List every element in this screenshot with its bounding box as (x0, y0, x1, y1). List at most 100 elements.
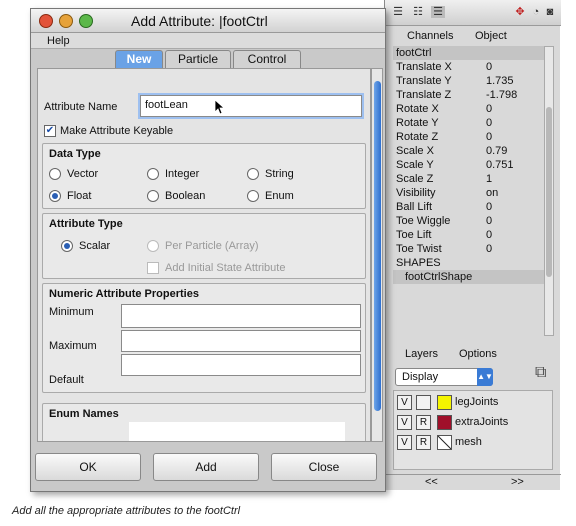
channel-row[interactable]: Toe Twist 0 (393, 242, 553, 256)
layer-visibility-toggle[interactable]: V (397, 395, 412, 410)
next-layer-button[interactable]: >> (511, 476, 524, 488)
scale-tool-icon[interactable]: ◙ (543, 6, 557, 18)
add-initial-state-label: Add Initial State Attribute (165, 262, 286, 274)
channel-value[interactable]: 0.751 (486, 158, 514, 172)
channel-value[interactable]: 0 (486, 116, 492, 130)
channel-box-scroll-thumb[interactable] (546, 107, 552, 277)
help-menu[interactable]: Help (47, 35, 70, 47)
channel-value[interactable]: on (486, 186, 498, 200)
layer-display-type-toggle[interactable]: R (416, 415, 431, 430)
layer-row[interactable]: V Rmesh (397, 435, 547, 451)
rotate-tool-icon[interactable]: ◔ (529, 6, 543, 18)
tab-particle[interactable]: Particle (165, 50, 231, 68)
channel-value[interactable]: 0.79 (486, 144, 507, 158)
boolean-label: Boolean (165, 190, 206, 202)
channel-label: Visibility (396, 187, 436, 199)
create-layer-icon[interactable]: ⧉ (535, 364, 555, 384)
layer-display-type-toggle[interactable] (416, 395, 431, 410)
channel-value[interactable]: 0 (486, 214, 492, 228)
layer-visibility-toggle[interactable]: V (397, 415, 412, 430)
title-bar[interactable]: Add Attribute: |footCtrl (31, 9, 385, 33)
content-scroll-thumb[interactable] (374, 81, 381, 411)
add-button[interactable]: Add (153, 453, 259, 481)
channel-row[interactable]: Translate Z -1.798 (393, 88, 553, 102)
options-menu[interactable]: Options (459, 348, 497, 360)
channel-row[interactable]: Translate Y 1.735 (393, 74, 553, 88)
zoom-window-icon[interactable] (79, 14, 93, 28)
default-input[interactable] (121, 354, 361, 376)
channel-row[interactable]: Scale Y 0.751 (393, 158, 553, 172)
layer-display-type-toggle[interactable]: R (416, 435, 431, 450)
display-dropdown[interactable]: Display ▲▼ (395, 368, 493, 386)
move-tool-icon[interactable]: ✥ (513, 6, 527, 18)
channel-value[interactable]: 1 (486, 172, 492, 186)
radio-enum[interactable] (247, 190, 259, 202)
layers-menu[interactable]: Layers (405, 348, 438, 360)
radio-string[interactable] (247, 168, 259, 180)
layer-row[interactable]: VlegJoints (397, 395, 547, 411)
channel-both-icon[interactable]: ☰ (431, 6, 445, 18)
tab-new[interactable]: New (115, 50, 163, 68)
radio-boolean[interactable] (147, 190, 159, 202)
close-button[interactable]: Close (271, 453, 377, 481)
channel-label: Translate Y (396, 75, 452, 87)
shape-node-name[interactable]: footCtrlShape (393, 270, 553, 284)
minimum-input[interactable] (121, 304, 361, 328)
layer-visibility-toggle[interactable]: V (397, 435, 412, 450)
channel-value[interactable]: 0 (486, 60, 492, 74)
maximum-label: Maximum (49, 340, 97, 352)
radio-scalar[interactable] (61, 240, 73, 252)
channel-row[interactable]: Rotate Z 0 (393, 130, 553, 144)
close-window-icon[interactable] (39, 14, 53, 28)
maximum-input[interactable] (121, 330, 361, 352)
layer-color-swatch[interactable] (437, 435, 452, 450)
channel-row[interactable]: Rotate X 0 (393, 102, 553, 116)
channel-row[interactable]: Toe Wiggle 0 (393, 214, 553, 228)
layer-row[interactable]: V RextraJoints (397, 415, 547, 431)
channel-row[interactable]: Rotate Y 0 (393, 116, 553, 130)
content-scrollbar[interactable] (371, 68, 383, 442)
radio-per-particle[interactable] (147, 240, 159, 252)
channel-row[interactable]: Translate X 0 (393, 60, 553, 74)
channel-label: Ball Lift (396, 201, 433, 213)
channel-value[interactable]: 1.735 (486, 74, 514, 88)
layer-name[interactable]: extraJoints (455, 416, 508, 428)
layer-name[interactable]: legJoints (455, 396, 498, 408)
node-name[interactable]: footCtrl (393, 46, 553, 60)
channel-value[interactable]: 0 (486, 228, 492, 242)
prev-layer-button[interactable]: << (425, 476, 438, 488)
channel-layer-icon[interactable]: ☷ (411, 6, 425, 18)
radio-float[interactable] (49, 190, 61, 202)
enum-names-list[interactable] (129, 422, 345, 441)
layer-color-swatch[interactable] (437, 395, 452, 410)
ok-button[interactable]: OK (35, 453, 141, 481)
enum-label: Enum (265, 190, 294, 202)
minimize-window-icon[interactable] (59, 14, 73, 28)
add-initial-state-checkbox[interactable] (147, 262, 159, 274)
radio-vector[interactable] (49, 168, 61, 180)
channel-value[interactable]: 0 (486, 130, 492, 144)
channel-value[interactable]: -1.798 (486, 88, 517, 102)
channel-row[interactable]: Scale X 0.79 (393, 144, 553, 158)
channel-value[interactable]: 0 (486, 242, 492, 256)
channel-value[interactable]: 0 (486, 102, 492, 116)
scalar-label: Scalar (79, 240, 111, 252)
channel-list-icon[interactable]: ☰ (391, 6, 405, 18)
channel-value[interactable]: 0 (486, 200, 492, 214)
radio-integer[interactable] (147, 168, 159, 180)
layer-name[interactable]: mesh (455, 436, 482, 448)
channel-row[interactable]: Toe Lift 0 (393, 228, 553, 242)
default-label: Default (49, 374, 84, 386)
channel-row[interactable]: Ball Lift 0 (393, 200, 553, 214)
channel-box-scrollbar[interactable] (544, 46, 554, 336)
channel-row[interactable]: Scale Z 1 (393, 172, 553, 186)
tab-control[interactable]: Control (233, 50, 301, 68)
channels-menu[interactable]: Channels (407, 30, 453, 42)
string-label: String (265, 168, 294, 180)
attribute-name-input[interactable]: footLean (140, 95, 362, 117)
channel-row[interactable]: Visibility on (393, 186, 553, 200)
object-menu[interactable]: Object (475, 30, 507, 42)
layer-color-swatch[interactable] (437, 415, 452, 430)
make-keyable-checkbox[interactable]: ✔ (44, 125, 56, 137)
dialog-buttons: OK Add Close (35, 453, 381, 485)
